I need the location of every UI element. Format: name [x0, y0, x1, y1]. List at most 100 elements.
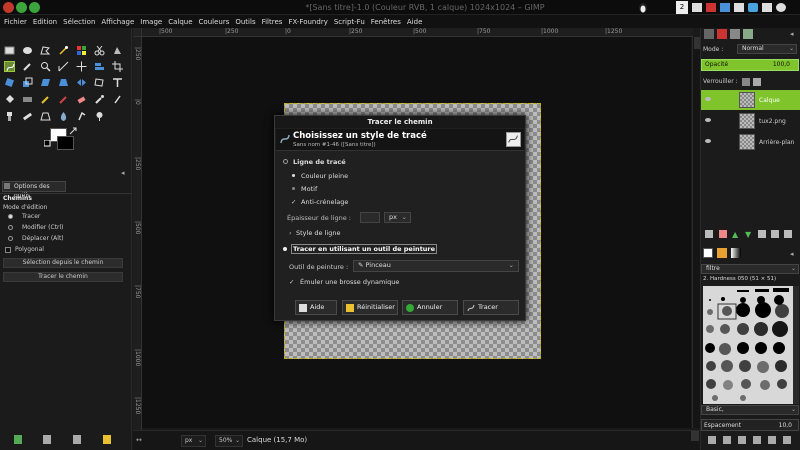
edit-brush-icon[interactable]: [708, 436, 716, 444]
heal-tool-icon[interactable]: [22, 111, 33, 122]
blur-tool-icon[interactable]: [58, 111, 69, 122]
menu-calque[interactable]: Calque: [168, 18, 192, 26]
color-picker-tool-icon[interactable]: [22, 61, 33, 72]
bucket-fill-tool-icon[interactable]: [4, 94, 15, 105]
line-width-input[interactable]: [360, 212, 380, 223]
raise-layer-icon[interactable]: ▲: [732, 230, 738, 239]
workspace-badge[interactable]: 2: [676, 1, 688, 14]
anchor-layer-icon[interactable]: [771, 230, 779, 238]
emulate-check-icon[interactable]: ✓: [289, 278, 294, 286]
expander-arrow-icon[interactable]: ›: [289, 229, 292, 237]
refresh-brushes-icon[interactable]: [768, 436, 776, 444]
background-color-swatch[interactable]: [57, 136, 74, 150]
lower-layer-icon[interactable]: ▼: [745, 230, 751, 239]
paintbrush-tool-icon[interactable]: [58, 94, 69, 105]
paths-tool-icon[interactable]: [4, 61, 15, 72]
resize-grip-icon[interactable]: [691, 431, 699, 441]
restore-options-icon[interactable]: [43, 435, 51, 444]
paint-tool-radio[interactable]: [283, 247, 287, 251]
help-button[interactable]: Aide: [295, 300, 337, 315]
layer-row-background[interactable]: Arrière-plan: [701, 132, 800, 152]
spacing-slider[interactable]: Espacement 10,0: [701, 419, 799, 431]
reset-button[interactable]: Réinitialiser: [342, 300, 398, 315]
text-tool-icon[interactable]: [112, 77, 123, 88]
new-layer-icon[interactable]: [705, 230, 713, 238]
antialias-check-icon[interactable]: ✓: [291, 198, 296, 206]
lock-pixels-icon[interactable]: [742, 78, 750, 86]
delete-layer-icon[interactable]: [784, 230, 792, 238]
menu-fenetres[interactable]: Fenêtres: [371, 18, 401, 26]
lock-alpha-icon[interactable]: [753, 78, 761, 86]
default-colors-icon[interactable]: [43, 139, 51, 147]
stroke-path-button[interactable]: Tracer le chemin: [3, 272, 123, 282]
open-brush-icon[interactable]: [783, 436, 791, 444]
save-options-icon[interactable]: [14, 435, 22, 444]
cancel-button[interactable]: Annuler: [402, 300, 458, 315]
stroke-button[interactable]: Tracer: [463, 300, 519, 315]
layers-tab-icon[interactable]: [704, 29, 714, 39]
shear-tool-icon[interactable]: [40, 77, 51, 88]
vertical-ruler[interactable]: |250 |0 |250 |500 |750 |1000 |1250: [133, 37, 142, 430]
minimize-window-button[interactable]: [16, 2, 27, 13]
clone-tool-icon[interactable]: [4, 111, 15, 122]
selection-from-path-button[interactable]: Sélection depuis le chemin: [3, 258, 123, 268]
menu-fx-foundry[interactable]: FX-Foundry: [288, 18, 327, 26]
mode-move-radio[interactable]: [8, 236, 13, 241]
bluetooth-icon[interactable]: [748, 3, 758, 12]
battery-icon[interactable]: [706, 3, 716, 12]
patterns-tab-icon[interactable]: [717, 248, 727, 258]
dodge-burn-tool-icon[interactable]: [94, 111, 105, 122]
dock-menu-icon[interactable]: ◂: [790, 30, 794, 38]
free-select-tool-icon[interactable]: [40, 45, 51, 56]
zoom-select[interactable]: 50% ⌄: [215, 435, 243, 447]
brushes-tab-icon[interactable]: [703, 248, 713, 258]
unit-select[interactable]: px ⌄: [181, 435, 206, 447]
delete-options-icon[interactable]: [73, 435, 81, 444]
menu-filtres[interactable]: Filtres: [262, 18, 283, 26]
align-tool-icon[interactable]: [94, 61, 105, 72]
undo-history-tab-icon[interactable]: [743, 29, 753, 39]
brush-tag-filter[interactable]: filtre ⌄: [701, 264, 799, 274]
new-group-icon[interactable]: [719, 230, 727, 238]
menu-image[interactable]: Image: [140, 18, 162, 26]
move-tool-icon[interactable]: [76, 61, 87, 72]
eye-icon[interactable]: [705, 97, 711, 101]
airbrush-tool-icon[interactable]: [94, 94, 105, 105]
perspective-tool-icon[interactable]: [58, 77, 69, 88]
fuzzy-select-tool-icon[interactable]: [58, 45, 69, 56]
menu-selection[interactable]: Sélection: [63, 18, 95, 26]
eye-icon[interactable]: [705, 139, 711, 143]
color-select-tool-icon[interactable]: [76, 45, 87, 56]
opacity-slider[interactable]: Opacité 100,0: [701, 59, 799, 71]
duplicate-layer-icon[interactable]: [758, 230, 766, 238]
power-icon[interactable]: [776, 3, 786, 12]
measure-tool-icon[interactable]: [58, 61, 69, 72]
menu-couleurs[interactable]: Couleurs: [199, 18, 230, 26]
swap-colors-icon[interactable]: [68, 126, 79, 137]
tab-menu-icon[interactable]: ◂: [121, 169, 129, 177]
reset-options-icon[interactable]: [103, 435, 111, 444]
mode-design-radio[interactable]: [8, 214, 13, 219]
dock-menu-icon[interactable]: ◂: [790, 250, 794, 258]
brush-scrollbar[interactable]: [793, 286, 799, 404]
menu-affichage[interactable]: Affichage: [101, 18, 134, 26]
line-unit-select[interactable]: px ⌄: [384, 212, 411, 223]
menu-outils[interactable]: Outils: [235, 18, 255, 26]
brush-grid[interactable]: [703, 286, 793, 404]
ink-tool-icon[interactable]: [112, 94, 123, 105]
line-style-expander[interactable]: Style de ligne: [296, 229, 340, 237]
paint-tool-select[interactable]: ✎ Pinceau ⌄: [353, 260, 519, 272]
solid-color-radio[interactable]: [292, 174, 295, 177]
eraser-tool-icon[interactable]: [76, 94, 87, 105]
new-brush-icon[interactable]: [723, 436, 731, 444]
smudge-tool-icon[interactable]: [76, 111, 87, 122]
flip-tool-icon[interactable]: [76, 77, 87, 88]
rect-select-tool-icon[interactable]: [4, 45, 15, 56]
channels-tab-icon[interactable]: [717, 29, 727, 39]
polygonal-checkbox[interactable]: [5, 247, 11, 253]
volume-icon[interactable]: [734, 3, 744, 12]
layer-row-tux[interactable]: tux2.png: [701, 111, 800, 131]
horizontal-ruler[interactable]: |500 |250 |0 |250 |500 |750 |1000 |1250: [133, 28, 693, 37]
foreground-select-tool-icon[interactable]: [112, 45, 123, 56]
eye-icon[interactable]: [705, 118, 711, 122]
